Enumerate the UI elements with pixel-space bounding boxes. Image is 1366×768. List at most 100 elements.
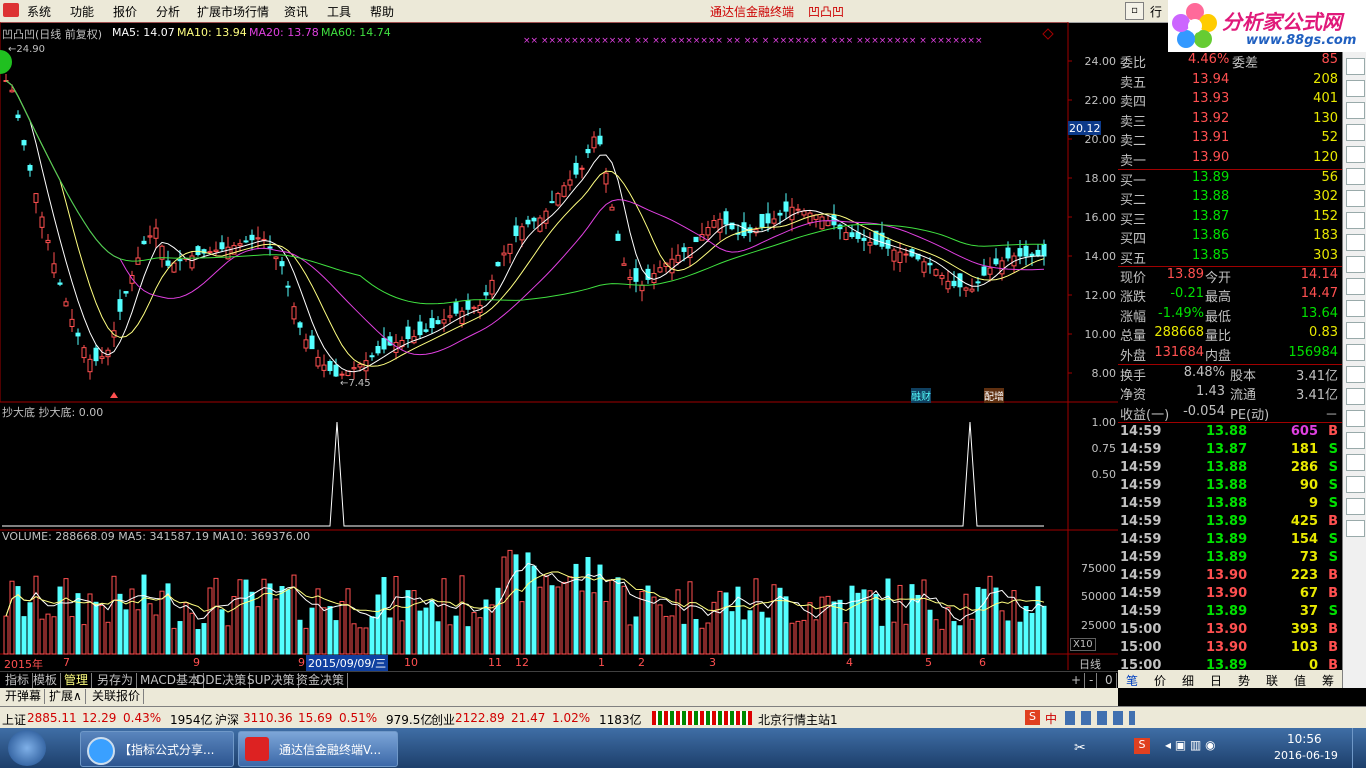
buy-row[interactable]: 买四 13.86 183 (1118, 228, 1342, 247)
tab-fund[interactable]: 资金决策 (293, 673, 349, 688)
tab-related-quote[interactable]: 关联报价 (89, 689, 145, 704)
candle-body (525, 219, 531, 225)
line-icon[interactable] (1346, 146, 1365, 163)
volume-bar (819, 596, 825, 655)
buy-row[interactable]: 买三 13.87 152 (1118, 209, 1342, 228)
task-tdx[interactable]: 通达信金融终端V... (238, 731, 398, 767)
candle-body (693, 236, 699, 243)
menu-item-ext-market[interactable]: 扩展市场行情 (197, 3, 269, 20)
candle-body (213, 249, 219, 252)
zoom-in-button[interactable]: + (1068, 673, 1086, 688)
tab-manage[interactable]: 管理 (61, 673, 93, 688)
minimize-icon[interactable]: ▫ (1125, 2, 1144, 20)
menu-item-partial[interactable]: 行 (1150, 3, 1162, 20)
reset-button[interactable]: 0 (1102, 673, 1117, 688)
move-icon[interactable] (1346, 366, 1365, 383)
tab-template[interactable]: 模板 (30, 673, 62, 688)
tab-saveas[interactable]: 另存为 (94, 673, 138, 688)
candle-body (831, 215, 837, 226)
chart-canvas[interactable] (0, 22, 1118, 670)
candle-body (789, 206, 795, 221)
buy-row[interactable]: 买二 13.88 302 (1118, 189, 1342, 208)
server-name[interactable]: 北京行情主站1 (758, 711, 838, 728)
event-marker-1[interactable]: 融财 (911, 388, 931, 403)
sogou-tray-icon[interactable]: S (1134, 738, 1150, 754)
rsi-icon[interactable] (1346, 322, 1365, 339)
task-browser[interactable]: 【指标公式分享... (80, 731, 234, 767)
buy-row[interactable]: 买五 13.85 303 (1118, 248, 1342, 267)
volume-bar (63, 578, 69, 655)
tab-bi[interactable]: 笔 (1126, 672, 1138, 689)
show-desktop-button[interactable] (1352, 728, 1366, 768)
tab-ri[interactable]: 日 (1210, 672, 1222, 689)
ma-icon[interactable] (1346, 300, 1365, 317)
candle-body (1005, 247, 1011, 259)
candle-body (633, 268, 639, 282)
export-icon[interactable] (1346, 520, 1365, 537)
start-button[interactable] (8, 730, 46, 766)
fund-row: 换手 8.48% 股本 3.41亿 (1118, 365, 1342, 384)
tab-shi[interactable]: 势 (1238, 672, 1250, 689)
buy-row[interactable]: 买一 13.89 56 (1118, 170, 1342, 189)
select-icon[interactable] (1346, 344, 1365, 361)
volume-bar (39, 618, 45, 655)
list-icon[interactable] (1346, 168, 1365, 185)
ime-chinese-icon[interactable]: 中 (1045, 710, 1057, 727)
menu-item-tools[interactable]: 工具 (327, 3, 351, 20)
tab-indicator[interactable]: 指标 (2, 673, 34, 688)
box2-icon[interactable] (1346, 410, 1365, 427)
period-label[interactable]: 日线 (1079, 656, 1101, 672)
menu-item-analysis[interactable]: 分析 (156, 3, 180, 20)
candle-body (321, 364, 327, 371)
tab-xi[interactable]: 细 (1182, 672, 1194, 689)
screen-icon[interactable] (1346, 476, 1365, 493)
draw-icon[interactable] (1346, 388, 1365, 405)
tray-icons[interactable]: ◂ ▣ ▥ ◉ (1165, 738, 1216, 752)
sell-row[interactable]: 卖二 13.91 52 (1118, 130, 1342, 149)
tab-zhi[interactable]: 值 (1294, 672, 1306, 689)
menu-item-news[interactable]: 资讯 (284, 3, 308, 20)
sell-row[interactable]: 卖四 13.93 401 (1118, 91, 1342, 110)
ime-toolbar-icons[interactable] (1065, 711, 1135, 725)
clock-time[interactable]: 10:56 (1287, 732, 1322, 746)
f5-icon[interactable] (1346, 432, 1365, 449)
f1-icon[interactable] (1346, 454, 1365, 471)
kline-chart-area[interactable]: 凹凸凹(日线 前复权) MA5: 14.07 MA10: 13.94 MA20:… (0, 22, 1118, 672)
tab-sup[interactable]: SUP决策 (244, 673, 299, 688)
tab-lian[interactable]: 联 (1266, 672, 1278, 689)
tab-jia[interactable]: 价 (1154, 672, 1166, 689)
candle-icon[interactable] (1346, 102, 1365, 119)
tab-dde[interactable]: DDE决策 (193, 673, 251, 688)
menu-item-quote[interactable]: 报价 (113, 3, 137, 20)
tab-danmu[interactable]: 开弹幕 (2, 689, 46, 704)
zoom-out-button[interactable]: - (1086, 673, 1098, 688)
keyboard-icon[interactable] (1346, 498, 1365, 515)
pie-icon[interactable] (1346, 234, 1365, 251)
menu-item-function[interactable]: 功能 (70, 3, 94, 20)
tab-extend[interactable]: 扩展∧ (46, 689, 86, 704)
volume-bar (789, 622, 795, 655)
tick-price: 13.90 (1206, 622, 1248, 637)
candle-body (57, 282, 63, 285)
sell-row[interactable]: 卖一 13.90 120 (1118, 150, 1342, 169)
clock-date[interactable]: 2016-06-19 (1274, 749, 1338, 762)
grid2-icon[interactable] (1346, 278, 1365, 295)
buy-price: 13.89 (1192, 170, 1230, 185)
f10-icon[interactable] (1346, 190, 1365, 207)
event-marker-2[interactable]: 配增 (984, 388, 1004, 403)
sogou-icon[interactable]: S (1025, 710, 1040, 725)
up-arrow-icon[interactable] (1346, 58, 1365, 75)
box-icon[interactable] (1346, 256, 1365, 273)
menu-item-system[interactable]: 系统 (27, 3, 51, 20)
scissors-icon[interactable]: ✂ (1074, 740, 1086, 756)
bar-icon[interactable] (1346, 80, 1365, 97)
tab-chou[interactable]: 筹 (1322, 672, 1334, 689)
sell-row[interactable]: 卖三 13.92 130 (1118, 111, 1342, 130)
buy-level-label: 买一 (1120, 174, 1147, 189)
grid-icon[interactable] (1346, 212, 1365, 229)
chart-icon[interactable] (1346, 124, 1365, 141)
buy-price: 13.85 (1192, 247, 1230, 263)
sell-row[interactable]: 卖五 13.94 208 (1118, 72, 1342, 91)
candle-body (243, 240, 249, 243)
menu-item-help[interactable]: 帮助 (370, 3, 394, 20)
